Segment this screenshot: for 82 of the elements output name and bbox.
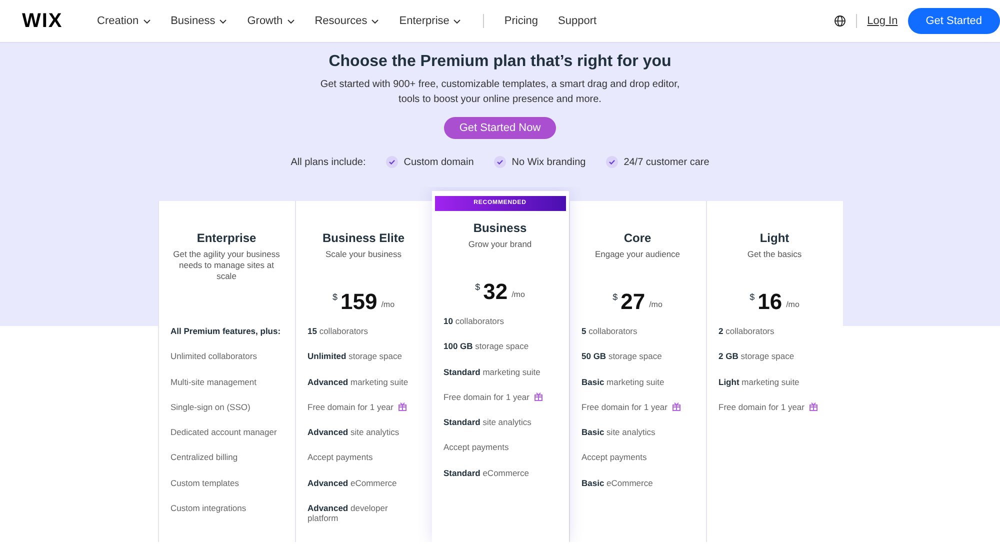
price-amount: 27	[620, 290, 646, 314]
plan-name: Business	[473, 221, 527, 235]
plan-tagline: Get the basics	[747, 249, 802, 261]
included-feature: No Wix branding	[512, 156, 586, 168]
check-icon	[606, 156, 618, 168]
page-title: Choose the Premium plan that’s right for you	[328, 53, 672, 71]
feature-text: Unlimited storage space	[308, 351, 402, 362]
check-icon	[494, 156, 506, 168]
plan-name: Light	[760, 231, 790, 245]
features-heading: All Premium features, plus:	[170, 326, 281, 336]
feature-text: Standard eCommerce	[444, 468, 529, 478]
feature-text: Unlimited collaborators	[170, 351, 257, 362]
feature-text: Single-sign on (SSO)	[170, 402, 250, 412]
price-amount: 159	[340, 290, 378, 314]
feature-text: Free domain for 1 year	[582, 402, 668, 412]
currency-symbol: $	[475, 282, 480, 292]
feature-text: Basic eCommerce	[582, 478, 653, 488]
feature-text: Free domain for 1 year	[308, 402, 394, 412]
chevron-down-icon	[286, 18, 295, 24]
plan-name: Core	[624, 231, 652, 245]
price-period: /mo	[381, 300, 395, 309]
plan-tagline: Get the agility your business needs to manage sites at scale	[172, 249, 281, 283]
plan-tagline: Scale your business	[325, 249, 402, 261]
feature-text: Light marketing suite	[718, 376, 800, 387]
feature-text: Accept payments	[444, 442, 509, 452]
get-started-now-button[interactable]: Get Started Now	[444, 117, 556, 139]
feature-text: Custom templates	[170, 478, 239, 488]
price-amount: 16	[758, 290, 782, 314]
check-icon	[386, 156, 398, 168]
nav-link[interactable]: Business	[170, 15, 228, 27]
feature-text: Dedicated account manager	[170, 427, 277, 438]
feature-text: Advanced developer platform	[308, 503, 389, 524]
globe-icon[interactable]	[834, 15, 846, 27]
feature-text: 5 collaborators	[582, 326, 638, 336]
nav-link[interactable]: Pricing	[504, 15, 538, 27]
chevron-down-icon	[219, 18, 228, 24]
feature-text: Advanced eCommerce	[308, 478, 397, 488]
feature-text: Standard marketing suite	[444, 366, 540, 377]
feature-text: Basic marketing suite	[582, 376, 664, 387]
currency-symbol: $	[332, 292, 338, 302]
chevron-down-icon	[142, 18, 151, 24]
price-period: /mo	[786, 300, 800, 309]
price-amount: 32	[483, 280, 508, 304]
included-feature: Custom domain	[404, 156, 474, 168]
feature-text: Custom integrations	[170, 503, 246, 514]
feature-text: Advanced marketing suite	[308, 376, 408, 387]
feature-text: Free domain for 1 year	[718, 402, 804, 412]
included-feature: 24/7 customer care	[624, 156, 710, 168]
price-period: /mo	[512, 290, 525, 299]
login-link[interactable]: Log In	[867, 15, 898, 27]
feature-text: 100 GB storage space	[444, 341, 529, 352]
feature-text: Advanced site analytics	[308, 427, 400, 438]
nav-link[interactable]: Support	[558, 15, 597, 27]
feature-text: 2 GB storage space	[718, 351, 794, 362]
hero-description: Get started with 900+ free, customizable templates, a smart drag and drop editor, tools to boost your online presence and more.	[320, 78, 680, 107]
nav-link[interactable]: Creation	[97, 15, 151, 27]
feature-text: 50 GB storage space	[582, 351, 662, 362]
nav-link[interactable]: Resources	[314, 15, 380, 27]
currency-symbol: $	[612, 292, 618, 302]
plan-name: Business Elite	[322, 231, 405, 245]
chevron-down-icon	[453, 18, 462, 24]
price-period: /mo	[649, 300, 662, 309]
feature-text: Accept payments	[582, 452, 647, 462]
feature-text: Basic site analytics	[582, 427, 656, 438]
feature-text: 10 collaborators	[444, 316, 504, 326]
feature-text: Multi-site management	[170, 376, 256, 387]
feature-text: Standard site analytics	[444, 417, 532, 428]
feature-text: 2 collaborators	[718, 326, 774, 336]
nav-link[interactable]: Enterprise	[399, 15, 462, 27]
feature-text: Free domain for 1 year	[444, 392, 530, 402]
feature-text: Accept payments	[308, 452, 373, 462]
includes-label: All plans include:	[290, 156, 366, 168]
feature-text: Centralized billing	[170, 452, 238, 462]
plan-name: Enterprise	[196, 231, 256, 245]
chevron-down-icon	[371, 18, 380, 24]
plan-tagline: Engage your audience	[594, 249, 680, 261]
nav-link[interactable]: Growth	[247, 15, 295, 27]
plan-tagline: Grow your brand	[468, 239, 532, 251]
wix-logo[interactable]: WIX	[22, 10, 97, 32]
get-started-button[interactable]: Get Started	[908, 8, 1000, 34]
currency-symbol: $	[750, 292, 755, 302]
feature-text: 15 collaborators	[308, 326, 368, 336]
